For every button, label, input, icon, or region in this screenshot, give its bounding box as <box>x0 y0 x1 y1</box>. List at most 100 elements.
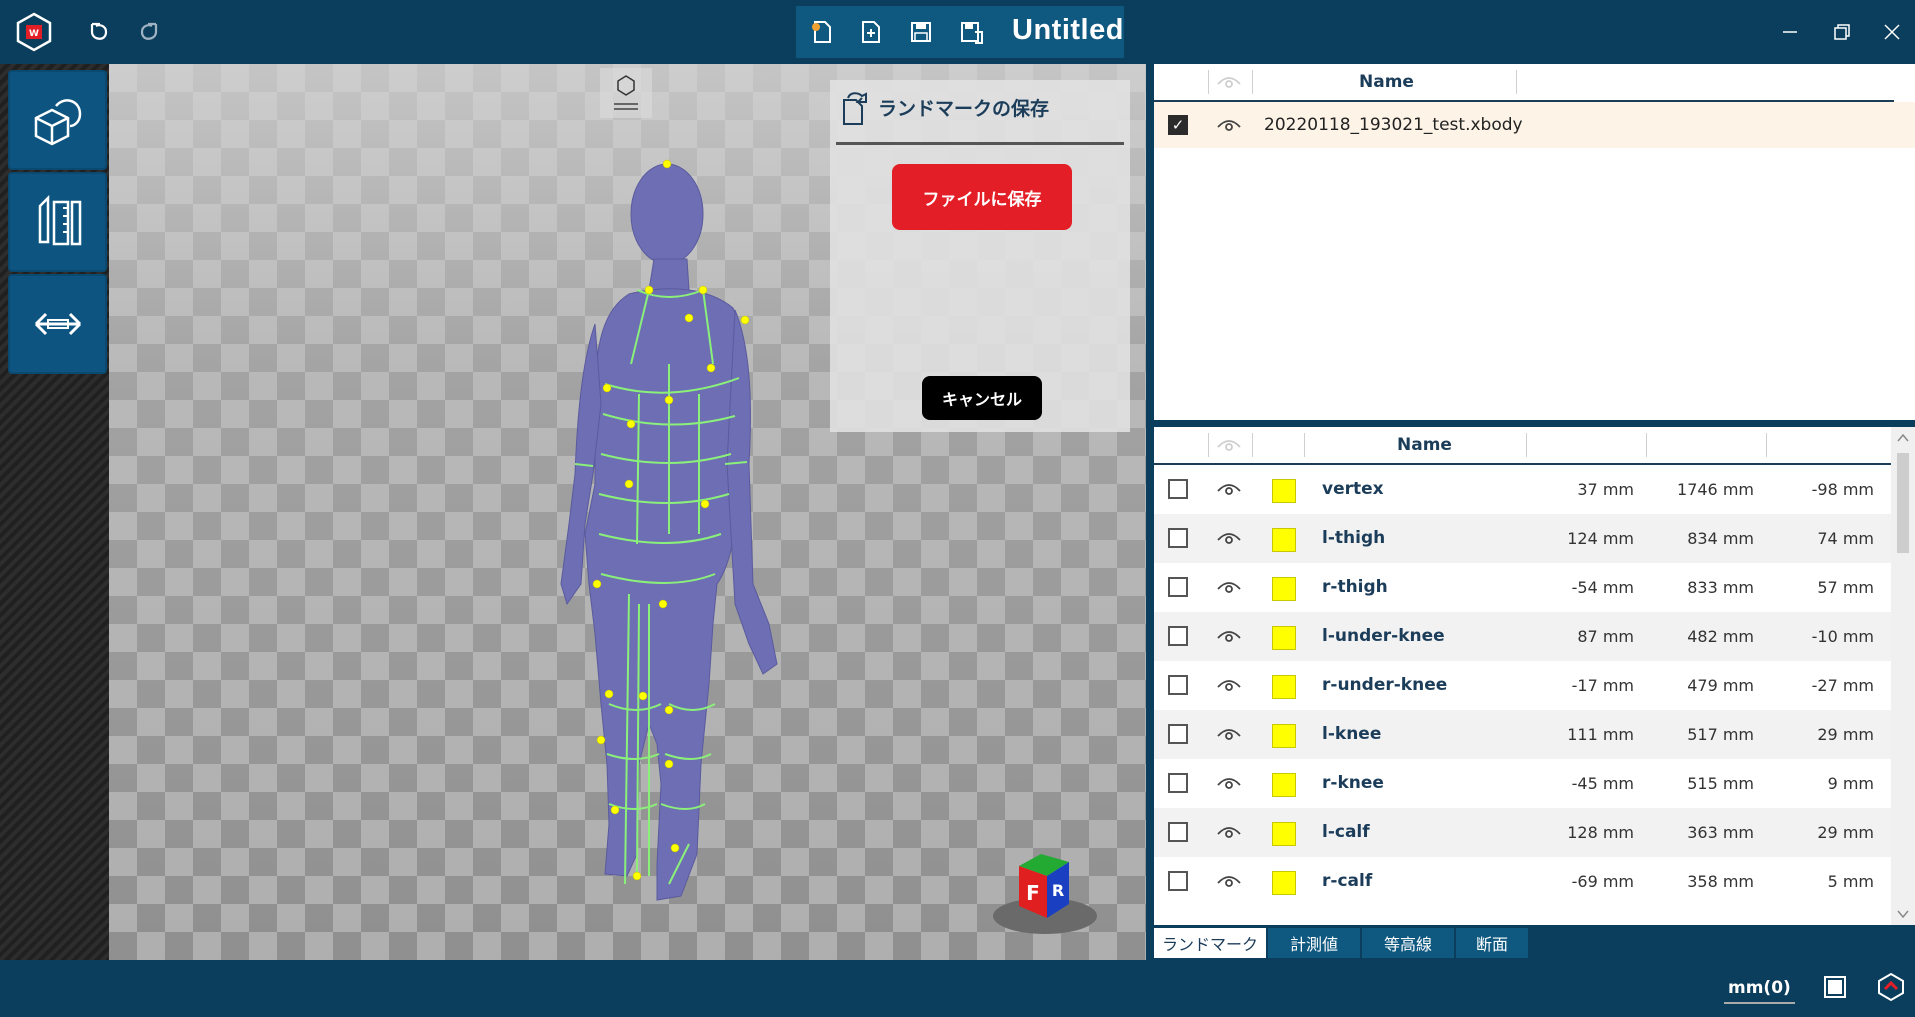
color-swatch[interactable] <box>1272 528 1296 552</box>
restore-icon[interactable] <box>1824 14 1860 50</box>
color-swatch[interactable] <box>1272 773 1296 797</box>
file-checkbox[interactable]: ✓ <box>1168 115 1188 135</box>
landmark-row[interactable]: r-under-knee -17 mm 479 mm -27 mm <box>1154 661 1894 710</box>
landmark-x: 37 mm <box>1577 480 1634 499</box>
color-swatch[interactable] <box>1272 577 1296 601</box>
landmark-checkbox[interactable] <box>1168 577 1188 597</box>
visibility-eye-icon[interactable] <box>1216 775 1242 791</box>
app-badge-icon[interactable] <box>1876 972 1906 1002</box>
model-view-button[interactable] <box>8 70 107 170</box>
panel-tabs: ランドマーク 計測値 等高線 断面 <box>1154 925 1915 960</box>
landmark-row[interactable]: vertex 37 mm 1746 mm -98 mm <box>1154 465 1894 514</box>
color-swatch[interactable] <box>1272 724 1296 748</box>
landmark-checkbox[interactable] <box>1168 822 1188 842</box>
redo-icon[interactable] <box>130 12 170 52</box>
landmark-row[interactable]: r-thigh -54 mm 833 mm 57 mm <box>1154 563 1894 612</box>
landmark-name: l-knee <box>1322 724 1382 744</box>
landmark-z: 5 mm <box>1827 872 1874 891</box>
left-arm <box>726 309 778 675</box>
open-file-icon[interactable] <box>854 16 888 48</box>
minimize-icon[interactable] <box>1772 14 1808 50</box>
panel-splitter[interactable] <box>1154 420 1915 427</box>
visibility-eye-icon[interactable] <box>1216 117 1242 133</box>
torso-legs <box>584 288 741 901</box>
head <box>630 163 704 265</box>
visibility-eye-icon[interactable] <box>1216 628 1242 644</box>
landmark-scrollbar[interactable] <box>1891 427 1915 925</box>
landmark-name: r-calf <box>1322 871 1373 891</box>
landmark-row[interactable]: l-calf 128 mm 363 mm 29 mm <box>1154 808 1894 857</box>
landmark-row[interactable]: l-thigh 124 mm 834 mm 74 mm <box>1154 514 1894 563</box>
landmark-checkbox[interactable] <box>1168 773 1188 793</box>
landmark-row[interactable]: r-calf -69 mm 358 mm 5 mm <box>1154 857 1894 906</box>
close-icon[interactable] <box>1874 14 1910 50</box>
color-swatch[interactable] <box>1272 626 1296 650</box>
app-logo-icon[interactable]: W <box>14 12 54 52</box>
landmark-x: -17 mm <box>1571 676 1634 695</box>
visibility-eye-icon[interactable] <box>1216 873 1242 889</box>
landmark-z: 9 mm <box>1827 774 1874 793</box>
visibility-eye-icon[interactable] <box>1216 530 1242 546</box>
landmark-x: -54 mm <box>1571 578 1634 597</box>
color-swatch[interactable] <box>1272 479 1296 503</box>
landmark-y: 482 mm <box>1687 627 1754 646</box>
visibility-eye-icon[interactable] <box>1216 677 1242 693</box>
save-to-file-button[interactable]: ファイルに保存 <box>892 164 1072 230</box>
landmark-name: r-thigh <box>1322 577 1388 597</box>
landmark-checkbox[interactable] <box>1168 675 1188 695</box>
landmark-z: -98 mm <box>1811 480 1874 499</box>
landmark-row[interactable]: l-knee 111 mm 517 mm 29 mm <box>1154 710 1894 759</box>
landmark-checkbox[interactable] <box>1168 871 1188 891</box>
save-as-icon[interactable] <box>954 16 988 48</box>
neck <box>648 258 690 291</box>
color-swatch[interactable] <box>1272 675 1296 699</box>
visibility-eye-icon[interactable] <box>1216 481 1242 497</box>
name-column-header[interactable]: Name <box>1397 435 1452 455</box>
new-file-icon[interactable] <box>804 16 838 48</box>
view-cube[interactable]: F R <box>989 834 1099 944</box>
document-title: Untitled <box>1012 14 1124 46</box>
frame-icon[interactable] <box>1822 974 1848 1000</box>
landmark-y: 834 mm <box>1687 529 1754 548</box>
landmark-checkbox[interactable] <box>1168 479 1188 499</box>
landmark-row[interactable]: r-knee -45 mm 515 mm 9 mm <box>1154 759 1894 808</box>
tab-contour[interactable]: 等高線 <box>1362 928 1454 958</box>
color-swatch[interactable] <box>1272 822 1296 846</box>
save-icon[interactable] <box>904 16 938 48</box>
visibility-header-icon[interactable] <box>1216 437 1242 453</box>
landmark-checkbox[interactable] <box>1168 528 1188 548</box>
visibility-eye-icon[interactable] <box>1216 824 1242 840</box>
landmark-list-header: Name <box>1154 427 1894 465</box>
file-row[interactable]: ✓ 20220118_193021_test.xbody <box>1154 102 1915 148</box>
visibility-header-icon[interactable] <box>1216 74 1242 90</box>
tab-section[interactable]: 断面 <box>1456 928 1528 958</box>
scroll-down-icon[interactable] <box>1897 909 1909 919</box>
panel-divider[interactable] <box>1146 64 1154 960</box>
tab-landmark[interactable]: ランドマーク <box>1154 928 1266 958</box>
dimension-button[interactable] <box>8 274 107 374</box>
visibility-eye-icon[interactable] <box>1216 726 1242 742</box>
visibility-eye-icon[interactable] <box>1216 579 1242 595</box>
3d-viewport[interactable]: F R ランドマークの保存 ファイルに保存 キャンセル <box>109 64 1146 960</box>
name-column-header[interactable]: Name <box>1359 72 1414 92</box>
view-cube-right-label: R <box>1052 881 1064 900</box>
landmark-checkbox[interactable] <box>1168 626 1188 646</box>
color-swatch[interactable] <box>1272 871 1296 895</box>
landmark-z: 29 mm <box>1817 725 1874 744</box>
landmark-y: 1746 mm <box>1677 480 1754 499</box>
landmark-name: vertex <box>1322 479 1384 499</box>
landmark-x: 87 mm <box>1577 627 1634 646</box>
landmark-z: 57 mm <box>1817 578 1874 597</box>
model-view-icon <box>34 99 81 146</box>
measure-tools-button[interactable] <box>8 172 107 272</box>
landmark-name: l-calf <box>1322 822 1370 842</box>
landmark-row[interactable]: l-under-knee 87 mm 482 mm -10 mm <box>1154 612 1894 661</box>
scroll-up-icon[interactable] <box>1897 433 1909 443</box>
unit-selector[interactable]: mm(0) <box>1724 978 1795 1004</box>
scroll-thumb[interactable] <box>1897 453 1909 553</box>
undo-icon[interactable] <box>78 12 118 52</box>
cancel-button[interactable]: キャンセル <box>922 376 1042 420</box>
tab-measurements[interactable]: 計測値 <box>1268 928 1360 958</box>
landmark-z: 74 mm <box>1817 529 1874 548</box>
landmark-checkbox[interactable] <box>1168 724 1188 744</box>
